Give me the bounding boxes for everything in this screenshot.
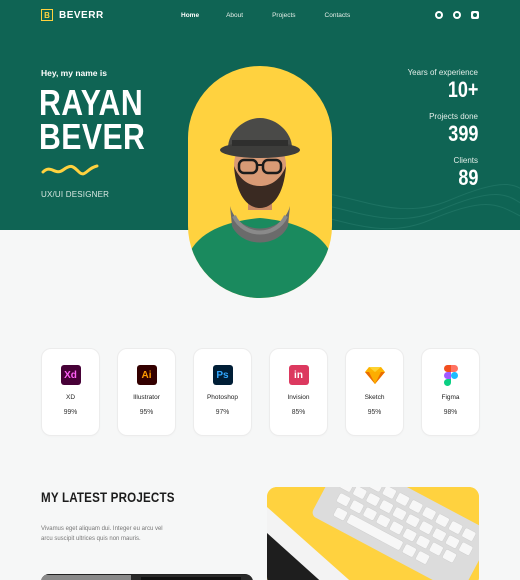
skill-percent: 95%	[367, 407, 382, 416]
stat-label: Years of experience	[407, 68, 478, 77]
squiggle-decoration	[41, 164, 99, 176]
profile-portrait	[188, 66, 332, 298]
nav-link-about[interactable]: About	[226, 12, 243, 19]
skill-card-invision[interactable]: in Invision 85%	[269, 348, 328, 436]
behance-icon[interactable]	[453, 11, 461, 19]
stat-value: 399	[447, 121, 478, 146]
skill-card-figma[interactable]: Figma 98%	[421, 348, 480, 436]
skill-percent: 97%	[215, 407, 230, 416]
stat-value: 10+	[447, 77, 478, 102]
skill-card-illustrator[interactable]: Ai Illustrator 95%	[117, 348, 176, 436]
adobe-illustrator-icon: Ai	[136, 365, 157, 385]
projects-description: Vivamus eget aliquam dui. Integer eu arc…	[41, 526, 163, 542]
stat-label: Projects done	[429, 112, 478, 121]
brand-logo[interactable]: B BEVERR	[41, 9, 104, 21]
hero-name: RAYAN BEVER	[39, 82, 146, 157]
nav-link-home[interactable]: Home	[181, 12, 199, 19]
social-links	[435, 11, 479, 19]
skill-percent: 99%	[63, 407, 78, 416]
brand-name: BEVERR	[59, 9, 104, 21]
instagram-icon[interactable]	[471, 11, 479, 19]
nav-link-projects[interactable]: Projects	[272, 12, 295, 19]
hero-role: UX/UI DESIGNER	[41, 190, 110, 199]
dribbble-icon[interactable]	[435, 11, 443, 19]
stats-panel: Years of experience 10+ Projects done 39…	[408, 68, 478, 200]
skill-card-photoshop[interactable]: Ps Photoshop 97%	[193, 348, 252, 436]
skill-percent: 98%	[443, 407, 458, 416]
sketch-icon	[364, 365, 385, 385]
stat-experience: Years of experience 10+	[408, 68, 478, 103]
adobe-xd-icon: Xd	[60, 365, 81, 385]
project-image-dark[interactable]	[41, 574, 253, 580]
skill-name: Figma	[441, 394, 460, 401]
skill-percent: 85%	[291, 407, 306, 416]
skills-row: Xd XD 99% Ai Illustrator 95% Ps Photosho…	[41, 348, 480, 436]
project-image-keyboard[interactable]	[267, 487, 479, 580]
skill-name: Sketch	[364, 394, 385, 401]
main-nav: Home About Projects Contacts	[170, 12, 350, 19]
figma-icon	[441, 364, 461, 386]
skill-name: Illustrator	[133, 394, 160, 401]
nav-link-contacts[interactable]: Contacts	[325, 12, 351, 19]
adobe-photoshop-icon: Ps	[212, 365, 233, 385]
skill-name: XD	[65, 394, 76, 401]
stat-projects: Projects done 399	[408, 112, 478, 147]
portrait-illustration	[188, 118, 332, 298]
skill-percent: 95%	[139, 407, 154, 416]
projects-heading: MY LATEST PROJECTS	[41, 490, 175, 505]
stat-clients: Clients 89	[408, 156, 478, 191]
invision-icon: in	[288, 365, 309, 385]
stat-value: 89	[457, 165, 478, 190]
stat-label: Clients	[453, 156, 478, 165]
hero-first-name: RAYAN	[39, 82, 144, 123]
skill-card-sketch[interactable]: Sketch 95%	[345, 348, 404, 436]
logo-mark: B	[41, 9, 53, 21]
skill-name: Invision	[287, 394, 310, 401]
skill-card-xd[interactable]: Xd XD 99%	[41, 348, 100, 436]
hero-last-name: BEVER	[39, 116, 146, 157]
skill-name: Photoshop	[206, 394, 239, 401]
hero-greeting: Hey, my name is	[41, 68, 107, 78]
